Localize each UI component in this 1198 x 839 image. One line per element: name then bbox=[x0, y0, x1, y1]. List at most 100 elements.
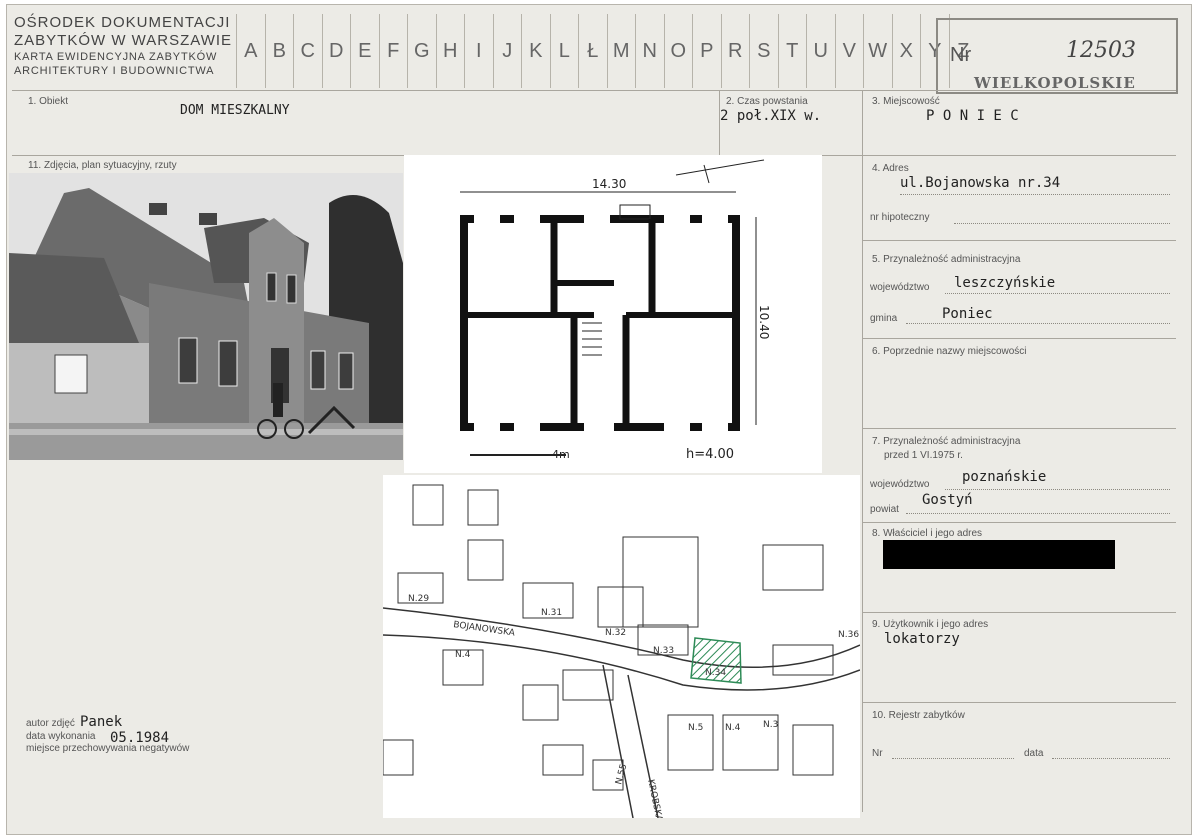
czas-value: 2 poł.XIX w. bbox=[720, 108, 822, 124]
dotted-line bbox=[892, 758, 1014, 759]
divider bbox=[862, 240, 1176, 241]
institution-line-1: OŚRODEK DOKUMENTACJI bbox=[14, 14, 231, 31]
obiekt-value: DOM MIESZKALNY bbox=[180, 103, 290, 118]
dotted-line bbox=[954, 223, 1170, 224]
map-label: N.4 bbox=[725, 723, 741, 733]
institution-line-4: ARCHITEKTURY I BUDOWNICTWA bbox=[14, 65, 215, 77]
czas-label: 2. Czas powstania bbox=[726, 96, 808, 107]
alphabet-letter: N bbox=[635, 14, 664, 88]
autor-label: autor zdjęć bbox=[26, 718, 75, 729]
map-label: N.3 bbox=[763, 720, 778, 730]
map-label: N.5 bbox=[688, 723, 703, 733]
przed-label-2: przed 1 VI.1975 r. bbox=[884, 450, 963, 461]
divider bbox=[862, 702, 1176, 703]
redaction-bar bbox=[883, 540, 1115, 569]
site-map: N.29 N.31 N.32 N.33 N.34 N.36 N.4 N.5 N.… bbox=[382, 475, 861, 823]
alphabet-letter: A bbox=[236, 14, 265, 88]
woj-przed-label: województwo bbox=[870, 479, 930, 490]
alphabet-letter: L bbox=[549, 14, 579, 88]
uzytkownik-value: lokatorzy bbox=[884, 631, 960, 647]
autor-value: Panek bbox=[80, 714, 123, 730]
dotted-line bbox=[906, 513, 1170, 514]
divider bbox=[862, 428, 1176, 429]
adres-label: 4. Adres bbox=[872, 163, 909, 174]
divider bbox=[862, 522, 1176, 523]
gmina-label: gmina bbox=[870, 313, 898, 324]
map-label: N.32 bbox=[605, 628, 626, 638]
obiekt-label: 1. Obiekt bbox=[28, 96, 69, 107]
nr-label: Nr bbox=[950, 44, 972, 66]
plan-scale: 4m bbox=[552, 448, 570, 461]
rejestr-nr-label: Nr bbox=[872, 748, 883, 759]
alphabet-letter: Ł bbox=[578, 14, 607, 88]
wlasciciel-label: 8. Właściciel i jego adres bbox=[872, 528, 983, 539]
alphabet-letter: S bbox=[749, 14, 778, 88]
alphabet-letter: D bbox=[321, 14, 351, 88]
alphabet-letter: U bbox=[806, 14, 835, 88]
dotted-line bbox=[1052, 758, 1170, 759]
uzytkownik-label: 9. Użytkownik i jego adres bbox=[872, 619, 989, 630]
alphabet-letter: J bbox=[492, 14, 522, 88]
dotted-line bbox=[945, 489, 1170, 490]
street-name: BOJANOWSKA bbox=[453, 620, 517, 639]
gmina-value: Poniec bbox=[942, 306, 993, 322]
alphabet-letter: F bbox=[378, 14, 408, 88]
divider bbox=[12, 90, 1176, 91]
alphabet-letter: E bbox=[350, 14, 379, 88]
alphabet-letter: R bbox=[720, 14, 750, 88]
woj-przed-value: poznańskie bbox=[962, 469, 1047, 485]
map-label: N.55 bbox=[614, 763, 629, 786]
map-label: N.33 bbox=[653, 646, 674, 656]
wojewodztwo-value: leszczyńskie bbox=[954, 275, 1056, 291]
alphabet-letter: V bbox=[834, 14, 864, 88]
powiat-value: Gostyń bbox=[922, 492, 973, 508]
adres-value: ul.Bojanowska nr.34 bbox=[900, 175, 1061, 191]
dotted-line bbox=[945, 293, 1170, 294]
alphabet-letter: T bbox=[777, 14, 807, 88]
alphabet-letter: W bbox=[863, 14, 892, 88]
alphabet-letter: O bbox=[663, 14, 693, 88]
dotted-line bbox=[906, 323, 1170, 324]
rejestr-label: 10. Rejestr zabytków bbox=[872, 710, 965, 721]
institution-line-3: KARTA EWIDENCYJNA ZABYTKÓW bbox=[14, 51, 218, 63]
nr-value: 12503 bbox=[1066, 38, 1136, 63]
hipoteczny-label: nr hipoteczny bbox=[870, 212, 930, 223]
alphabet-letter: M bbox=[606, 14, 636, 88]
registry-number-box: Nr 12503 WIELKOPOLSKIE bbox=[936, 18, 1178, 94]
powiat-label: powiat bbox=[870, 504, 899, 515]
plan-depth-dim: 10.40 bbox=[757, 305, 771, 339]
rejestr-data-label: data bbox=[1024, 748, 1044, 759]
divider bbox=[862, 338, 1176, 339]
plan-height: h=4.00 bbox=[686, 447, 734, 462]
miejscowosc-value: P O N I E C bbox=[926, 108, 1019, 124]
divider bbox=[862, 612, 1176, 613]
alphabet-letter: H bbox=[435, 14, 465, 88]
alphabet-letter: C bbox=[293, 14, 322, 88]
map-label: N.34 bbox=[705, 668, 726, 678]
data-label: data wykonania bbox=[26, 731, 96, 742]
przynaleznosc-label: 5. Przynależność administracyjna bbox=[872, 254, 1021, 265]
divider bbox=[862, 90, 863, 812]
poprzednie-label: 6. Poprzednie nazwy miejscowości bbox=[872, 346, 1027, 357]
alphabet-letter: X bbox=[891, 14, 921, 88]
przed-label-1: 7. Przynależność administracyjna bbox=[872, 436, 1021, 447]
map-label: N.4 bbox=[455, 650, 471, 660]
street-name: KROBSKA bbox=[645, 779, 664, 818]
institution-header: OŚRODEK DOKUMENTACJI ZABYTKÓW W WARSZAWI… bbox=[14, 14, 236, 78]
divider bbox=[862, 155, 1176, 156]
plan-width-dim: 14.30 bbox=[592, 177, 626, 191]
floor-plan: 14.30 10.40 4m h=4.00 bbox=[404, 155, 822, 473]
alphabet-letter: G bbox=[407, 14, 436, 88]
alphabet-letter: I bbox=[464, 14, 493, 88]
alphabet-letter: B bbox=[264, 14, 294, 88]
institution-line-2: ZABYTKÓW W WARSZAWIE bbox=[14, 32, 233, 49]
map-label: N.36 bbox=[838, 630, 859, 640]
alphabet-letter: K bbox=[521, 14, 550, 88]
alphabet-index: ABCDEFGHIJKLŁMNOPRSTUVWXYZ bbox=[236, 14, 977, 88]
miejscowosc-label: 3. Miejscowość bbox=[872, 96, 940, 107]
miejsce-label: miejsce przechowywania negatywów bbox=[26, 743, 190, 754]
map-label: N.29 bbox=[408, 594, 429, 604]
map-label: N.31 bbox=[541, 608, 562, 618]
zdjecia-label: 11. Zdjęcia, plan sytuacyjny, rzuty bbox=[28, 160, 177, 171]
house-photo bbox=[9, 173, 403, 460]
